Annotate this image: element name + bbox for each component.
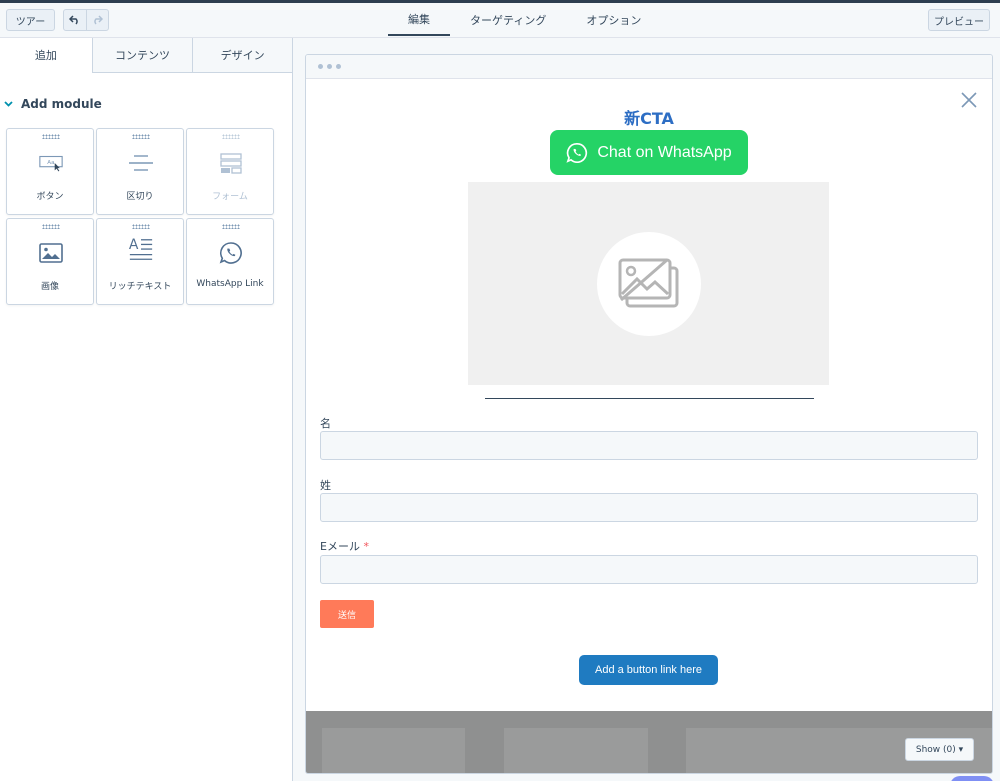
module-label: 画像 xyxy=(40,282,59,292)
editor-nav-tabs: 編集 ターゲティング オプション xyxy=(388,3,661,38)
window-dot xyxy=(327,64,332,69)
section-title: Add module xyxy=(21,97,102,111)
module-label: ボタン xyxy=(36,192,64,202)
undo-icon[interactable] xyxy=(64,10,86,30)
module-label: リッチテキスト xyxy=(108,282,172,292)
last-name-field[interactable] xyxy=(320,493,978,522)
divider-line xyxy=(485,398,814,399)
redo-icon[interactable] xyxy=(85,10,109,30)
top-toolbar: ツアー 編集 ターゲティング オプション プレビュー xyxy=(0,0,1000,38)
module-divider[interactable]: 区切り xyxy=(96,128,184,215)
tour-button[interactable]: ツアー xyxy=(6,9,55,31)
drag-handle-icon xyxy=(222,134,240,139)
window-bar xyxy=(306,55,992,79)
whatsapp-icon xyxy=(566,142,588,163)
tab-edit[interactable]: 編集 xyxy=(388,3,450,36)
chevron-down-icon xyxy=(4,99,13,110)
divider-icon xyxy=(128,150,154,176)
drag-handle-icon xyxy=(132,134,150,139)
preview-button[interactable]: プレビュー xyxy=(928,9,990,31)
image-icon xyxy=(38,240,64,266)
tab-options[interactable]: オプション xyxy=(566,3,661,36)
last-name-label: 姓 xyxy=(320,479,331,492)
module-label: WhatsApp Link xyxy=(196,279,264,289)
module-label: 区切り xyxy=(126,192,154,202)
image-placeholder-icon xyxy=(618,258,678,307)
show-dropdown-button[interactable]: Show (0) ▾ xyxy=(905,738,974,761)
add-link-button[interactable]: Add a button link here xyxy=(579,655,718,685)
svg-text:Aa: Aa xyxy=(47,160,54,166)
drag-handle-icon xyxy=(222,224,240,229)
tab-add[interactable]: 追加 xyxy=(0,38,92,73)
drag-handle-icon xyxy=(132,224,150,229)
module-image[interactable]: 画像 xyxy=(6,218,94,305)
svg-text:A: A xyxy=(129,237,139,253)
drag-handle-icon xyxy=(42,134,60,139)
image-placeholder[interactable] xyxy=(468,182,829,385)
sidebar-tabs: 追加 コンテンツ デザイン xyxy=(0,38,292,73)
chat-widget-button[interactable] xyxy=(950,776,994,781)
whatsapp-icon xyxy=(218,240,244,266)
form-icon xyxy=(218,150,244,176)
email-field[interactable] xyxy=(320,555,978,584)
tab-design[interactable]: デザイン xyxy=(192,38,292,72)
left-sidebar: 追加 コンテンツ デザイン Add module Aa ボタン 区切り フォーム… xyxy=(0,38,293,781)
cta-title: 新CTA xyxy=(624,109,674,128)
module-form[interactable]: フォーム xyxy=(186,128,274,215)
submit-button[interactable]: 送信 xyxy=(320,600,374,628)
image-placeholder-circle xyxy=(596,231,701,336)
drag-handle-icon xyxy=(42,224,60,229)
module-grid: Aa ボタン 区切り フォーム 画像 A リッチテキスト WhatsApp Li… xyxy=(6,128,276,305)
module-label: フォーム xyxy=(212,192,248,202)
email-label: Eメール * xyxy=(320,540,369,553)
backdrop-block xyxy=(504,728,648,773)
button-icon: Aa xyxy=(38,150,64,176)
module-button[interactable]: Aa ボタン xyxy=(6,128,94,215)
add-module-section-toggle[interactable]: Add module xyxy=(4,97,102,111)
window-dot xyxy=(336,64,341,69)
undo-redo-group xyxy=(63,9,109,31)
whatsapp-button-label: Chat on WhatsApp xyxy=(597,143,732,161)
module-rich-text[interactable]: A リッチテキスト xyxy=(96,218,184,305)
rich-text-icon: A xyxy=(128,237,154,263)
first-name-label: 名 xyxy=(320,417,331,430)
tab-targeting[interactable]: ターゲティング xyxy=(450,3,566,36)
cta-preview-frame: 新CTA Chat on WhatsApp 名 姓 Eメール * 送信 Add … xyxy=(305,54,993,774)
first-name-field[interactable] xyxy=(320,431,978,460)
page-backdrop-preview: Show (0) ▾ xyxy=(306,711,992,773)
required-marker: * xyxy=(363,540,369,553)
tab-contents[interactable]: コンテンツ xyxy=(91,38,193,72)
module-whatsapp-link[interactable]: WhatsApp Link xyxy=(186,218,274,305)
backdrop-block xyxy=(322,728,465,773)
whatsapp-chat-button[interactable]: Chat on WhatsApp xyxy=(550,130,748,175)
window-dot xyxy=(318,64,323,69)
